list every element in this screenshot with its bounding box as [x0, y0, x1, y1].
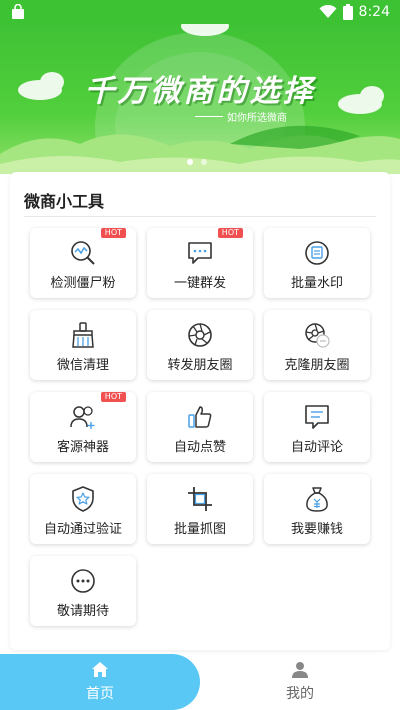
tool-forward-moments[interactable]: 转发朋友圈: [147, 310, 253, 380]
status-time: 8:24: [358, 4, 390, 20]
users-add-icon: [68, 402, 98, 432]
bottom-nav: 首页 我的: [0, 654, 400, 710]
tool-auto-verify[interactable]: 自动通过验证: [30, 474, 136, 544]
tool-batch-capture[interactable]: 批量抓图: [147, 474, 253, 544]
nav-home-tab[interactable]: 首页: [0, 654, 200, 710]
tool-earn-money[interactable]: 我要赚钱: [264, 474, 370, 544]
tool-label: 检测僵尸粉: [50, 276, 116, 291]
user-icon: [292, 662, 308, 678]
section-title: 微商小工具: [24, 192, 105, 211]
stamp-icon: [302, 238, 332, 268]
aperture-clone-icon: [302, 320, 332, 350]
hot-badge: HOT: [100, 392, 126, 402]
banner-title: 千万微商的选择: [84, 74, 316, 109]
tool-wechat-cleanup[interactable]: 微信清理: [30, 310, 136, 380]
carousel-dot[interactable]: [201, 159, 207, 165]
tool-label: 客源神器: [56, 440, 109, 455]
banner-subtitle-text: 如你所选微商: [227, 113, 287, 124]
carousel-dot-active[interactable]: [187, 159, 193, 165]
wifi-icon: [319, 5, 337, 18]
banner-subtitle-line: [195, 116, 223, 117]
tool-label: 我要赚钱: [290, 522, 343, 537]
aperture-icon: [185, 320, 215, 350]
tool-label: 自动评论: [290, 440, 343, 455]
broom-icon: [68, 320, 98, 350]
battery-icon: [342, 4, 353, 20]
tool-label: 批量水印: [290, 276, 343, 291]
banner-subtitle: 如你所选微商: [195, 109, 287, 124]
promo-banner[interactable]: 千万微商的选择 如你所选微商: [0, 24, 400, 174]
tool-label: 微信清理: [56, 358, 109, 373]
tools-card: 微商小工具 HOT 检测僵尸粉 HOT 一键群发 批量水印 微信清理 转发朋友圈: [10, 172, 390, 650]
tool-auto-like[interactable]: 自动点赞: [147, 392, 253, 462]
crop-icon: [185, 484, 215, 514]
tool-detect-zombie-fans[interactable]: HOT 检测僵尸粉: [30, 228, 136, 298]
comment-icon: [302, 402, 332, 432]
status-bar: 8:24: [0, 0, 400, 24]
tool-label: 自动通过验证: [43, 522, 122, 537]
tool-lead-finder[interactable]: HOT 客源神器: [30, 392, 136, 462]
tool-label: 自动点赞: [173, 440, 226, 455]
carousel-indicator: [187, 159, 207, 165]
hot-badge: HOT: [217, 228, 243, 238]
tool-auto-comment[interactable]: 自动评论: [264, 392, 370, 462]
tool-label: 转发朋友圈: [167, 358, 233, 373]
divider: [24, 216, 376, 217]
tool-mass-send[interactable]: HOT 一键群发: [147, 228, 253, 298]
tool-clone-moments[interactable]: 克隆朋友圈: [264, 310, 370, 380]
chat-bubble-icon: [185, 238, 215, 268]
hot-badge: HOT: [100, 228, 126, 238]
nav-mine-label: 我的: [286, 686, 314, 702]
shopping-bag-icon: [12, 4, 24, 19]
tool-batch-watermark[interactable]: 批量水印: [264, 228, 370, 298]
nav-mine-tab[interactable]: 我的: [200, 654, 400, 710]
tool-label: 克隆朋友圈: [284, 358, 350, 373]
tool-label: 一键群发: [173, 276, 226, 291]
thumbs-up-icon: [185, 402, 215, 432]
more-icon: [68, 566, 98, 596]
money-bag-icon: [302, 484, 332, 514]
nav-home-label: 首页: [86, 686, 114, 702]
tool-label: 敬请期待: [56, 604, 109, 619]
tool-label: 批量抓图: [173, 522, 226, 537]
search-chart-icon: [68, 238, 98, 268]
tool-coming-soon[interactable]: 敬请期待: [30, 556, 136, 626]
shield-star-icon: [68, 484, 98, 514]
home-icon: [92, 662, 108, 677]
